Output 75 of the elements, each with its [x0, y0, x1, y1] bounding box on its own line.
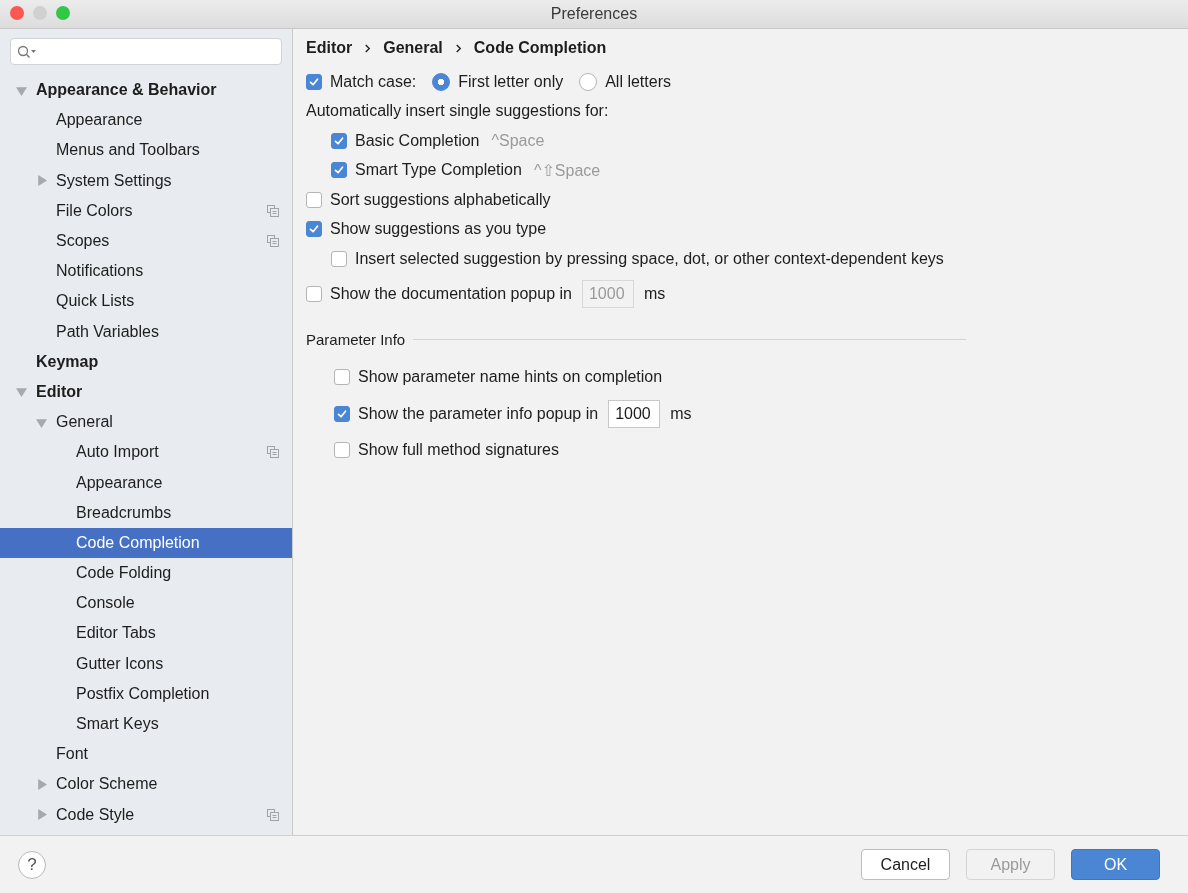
checkbox[interactable]	[334, 405, 350, 422]
checkbox[interactable]	[306, 191, 322, 208]
expanded-arrow-icon[interactable]	[36, 416, 47, 428]
window-title: Preferences	[550, 5, 638, 23]
option-label: Match case:	[330, 72, 417, 91]
checkbox[interactable]	[334, 442, 350, 458]
section-text: Automatically insert single suggestions for:	[306, 102, 609, 121]
tree-item[interactable]: Code Style	[0, 799, 292, 830]
tree-item[interactable]: Font	[0, 739, 292, 770]
tree-item[interactable]: File Colors	[0, 195, 292, 226]
minimize-button[interactable]	[33, 6, 47, 20]
tree-item[interactable]: Path Variables	[0, 316, 292, 347]
option-label: Show parameter name hints on completion	[358, 368, 663, 386]
tree-item[interactable]: Auto Import	[0, 437, 292, 468]
tree-item[interactable]: System Settings	[0, 165, 292, 196]
tree-item[interactable]: Color Scheme	[0, 769, 292, 800]
help-button[interactable]: ?	[18, 850, 46, 879]
option-label: Smart Type Completion	[355, 161, 522, 180]
expanded-arrow-icon[interactable]	[16, 386, 27, 398]
zoom-button[interactable]	[56, 6, 70, 20]
checkbox[interactable]	[331, 132, 347, 149]
radio-button[interactable]	[579, 72, 598, 91]
section-title: Parameter Info	[306, 331, 406, 348]
option-label: Basic Completion	[355, 131, 480, 150]
tree-item[interactable]: Breadcrumbs	[0, 497, 292, 528]
search-icon[interactable]	[17, 44, 37, 59]
tree-item[interactable]: Console	[0, 588, 292, 619]
tree-item[interactable]: Appearance & Behavior	[0, 75, 292, 106]
number-field[interactable]: 1000	[608, 399, 661, 428]
chevron-icon	[364, 43, 372, 53]
tree-item[interactable]: General	[0, 407, 292, 438]
option-label: Show full method signatures	[358, 441, 559, 459]
tree-item[interactable]: Scopes	[0, 225, 292, 257]
option-label: Sort suggestions alphabetically	[330, 190, 551, 209]
tree-item[interactable]: Appearance	[0, 467, 292, 498]
checkbox[interactable]	[306, 73, 322, 90]
tree-item[interactable]: Editor	[0, 376, 292, 408]
checkbox[interactable]	[331, 250, 347, 267]
collapsed-arrow-icon[interactable]	[36, 778, 47, 790]
tree-item[interactable]: Editor Tabs	[0, 618, 292, 649]
tree-item[interactable]: Keymap	[0, 346, 292, 377]
chevron-icon	[454, 43, 462, 53]
breadcrumb-item: Code Completion	[473, 39, 607, 57]
breadcrumb-item: Editor	[306, 39, 353, 57]
option-label: Show suggestions as you type	[330, 220, 547, 239]
radio-label: All letters	[605, 72, 671, 91]
tree-item[interactable]: Code Folding	[0, 558, 292, 589]
tree-item[interactable]: Code Completion	[0, 527, 292, 558]
checkbox[interactable]	[331, 162, 347, 179]
option-label: Show the documentation popup in	[330, 284, 572, 303]
radio-label: First letter only	[458, 72, 564, 91]
collapsed-arrow-icon[interactable]	[36, 175, 47, 187]
option-label: Insert selected suggestion by pressing space, dot, or other context-dependent keys	[355, 249, 944, 268]
tree-item[interactable]: Gutter Icons	[0, 648, 292, 679]
radio-button[interactable]	[432, 72, 451, 91]
tree-item[interactable]: Quick Lists	[0, 286, 292, 317]
dialog-button[interactable]: Cancel	[861, 849, 950, 880]
unit-label: ms	[643, 284, 666, 303]
checkbox[interactable]	[306, 221, 322, 238]
shortcut-hint: ^⇧Space	[533, 160, 601, 180]
close-button[interactable]	[10, 6, 24, 20]
option-label: Show the parameter info popup in	[358, 404, 599, 423]
dialog-button[interactable]: OK	[1071, 849, 1160, 880]
unit-label: ms	[670, 404, 692, 423]
tree-item[interactable]: Notifications	[0, 256, 292, 287]
tree-item[interactable]: Smart Keys	[0, 708, 292, 740]
tree-item[interactable]: Appearance	[0, 105, 292, 136]
tree-item[interactable]: Menus and Toolbars	[0, 135, 292, 166]
tree-item[interactable]: Postfix Completion	[0, 678, 292, 709]
shortcut-hint: ^Space	[491, 131, 545, 150]
search-field[interactable]	[10, 38, 282, 65]
collapsed-arrow-icon[interactable]	[36, 809, 47, 821]
breadcrumb-item: General	[383, 39, 443, 57]
checkbox[interactable]	[334, 369, 350, 385]
expanded-arrow-icon[interactable]	[16, 84, 27, 96]
